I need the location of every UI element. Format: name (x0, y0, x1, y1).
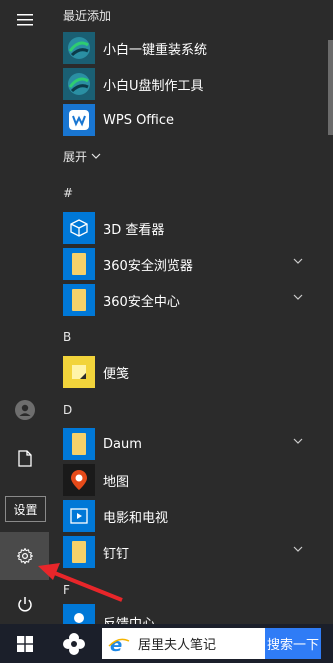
flower-app-icon (63, 632, 85, 655)
search-text: 居里夫人笔记 (138, 638, 217, 653)
taskbar: e 居里夫人笔记 搜索一下 (0, 624, 333, 663)
taskbar-search-box[interactable]: e 居里夫人笔记 (102, 628, 265, 659)
start-button[interactable] (0, 624, 49, 663)
svg-text:e: e (110, 635, 122, 654)
annotation-arrow (38, 563, 123, 602)
windows-logo-icon (16, 635, 33, 652)
search-go-button[interactable]: 搜索一下 (265, 628, 321, 659)
ie-icon: e (108, 635, 130, 654)
taskbar-app-button[interactable] (52, 624, 96, 663)
